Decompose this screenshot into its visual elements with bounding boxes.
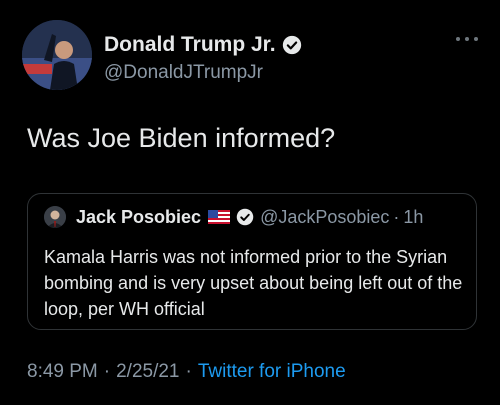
verified-badge-icon [282,35,301,55]
author-block: Donald Trump Jr. @DonaldJTrumpJr [104,33,302,84]
tweet-card: Donald Trump Jr. @DonaldJTrumpJr Was Joe… [0,0,500,405]
author-avatar[interactable] [22,20,92,90]
tweet-text: Was Joe Biden informed? [27,123,336,153]
quoted-separator: · [393,206,400,227]
tweet-time[interactable]: 8:49 PM [27,361,98,383]
quoted-tweet[interactable]: Jack Posobiec @JackPosobiec · 1h Kamala … [27,193,477,330]
quoted-verified-badge-icon [236,208,254,226]
us-flag-icon [208,210,231,224]
tweet-meta: 8:49 PM · 2/25/21 · Twitter for iPhone [27,361,346,383]
meta-separator: · [185,361,192,382]
more-dot [474,37,478,41]
quoted-author-handle: @JackPosobiec [260,206,390,227]
tweet-source-link[interactable]: Twitter for iPhone [198,361,346,383]
more-dot [456,37,460,41]
meta-separator: · [103,361,111,382]
quoted-tweet-text: Kamala Harris was not informed prior to … [44,247,463,319]
author-handle[interactable]: @DonaldJTrumpJr [104,62,302,84]
avatar-image [22,20,92,90]
more-dot [465,37,469,41]
author-display-name[interactable]: Donald Trump Jr. [104,33,276,57]
quoted-avatar-image [44,206,66,228]
more-options-icon[interactable] [456,34,478,44]
quoted-timestamp: 1h [403,206,424,227]
tweet-date[interactable]: 2/25/21 [116,361,179,383]
quoted-tweet-header: Jack Posobiec @JackPosobiec · 1h [44,206,423,228]
quoted-author-avatar [44,206,66,228]
quoted-author-name: Jack Posobiec [76,206,202,227]
